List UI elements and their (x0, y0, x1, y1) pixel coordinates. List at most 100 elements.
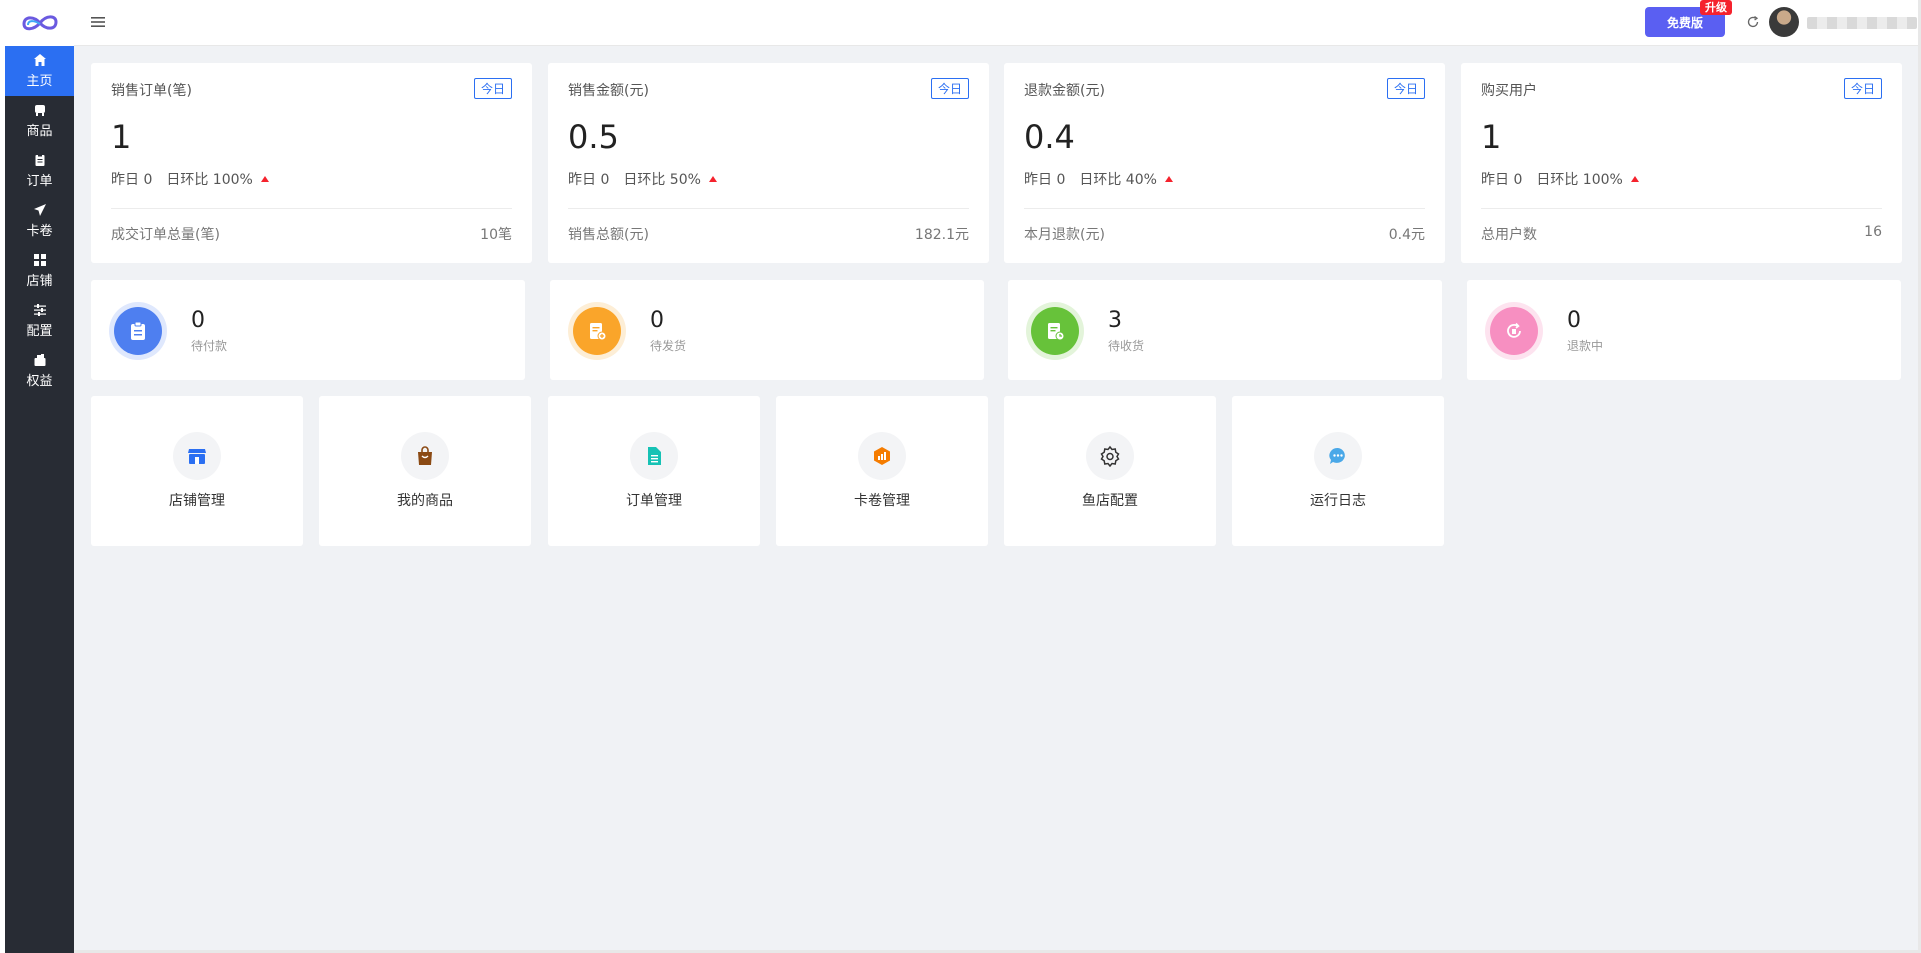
status-card-pending-shipment[interactable]: 0 待发货 (550, 280, 984, 380)
day-ratio: 日环比 100% (1536, 172, 1623, 188)
yesterday-value: 昨日 0 (1481, 172, 1523, 188)
quick-icon-circle (1086, 432, 1134, 480)
trend-up-icon (1164, 176, 1173, 182)
sidebar-item-label: 商品 (26, 124, 53, 139)
status-count: 0 (191, 308, 205, 333)
yesterday-value: 昨日 0 (568, 172, 610, 188)
sidebar-item-label: 卡卷 (26, 224, 53, 239)
sidebar-item-shop[interactable]: 店铺 (5, 246, 74, 296)
divider (1481, 208, 1882, 209)
stat-foot-value: 0.4元 (1388, 227, 1425, 243)
status-label: 待收货 (1108, 339, 1145, 353)
status-label: 待发货 (650, 339, 687, 353)
stat-foot-label: 成交订单总量(笔) (111, 227, 220, 243)
logo-icon (21, 15, 58, 31)
quick-link-my-products[interactable]: 我的商品 (319, 396, 531, 546)
stat-value: 1 (1481, 118, 1502, 156)
stat-title: 销售订单(笔) (111, 83, 192, 99)
sidebar-item-cards[interactable]: 卡卷 (5, 196, 74, 246)
upgrade-badge[interactable]: 升级 (1700, 0, 1732, 15)
stat-card-buyers: 购买用户 今日 1 昨日 0 日环比 100% 总用户数 16 (1461, 63, 1902, 263)
today-tag[interactable]: 今日 (1386, 78, 1425, 99)
status-icon-ring (109, 302, 167, 360)
day-ratio: 日环比 50% (623, 172, 701, 188)
stat-value: 0.4 (1024, 118, 1075, 156)
stat-card-sales-amount: 销售金额(元) 今日 0.5 昨日 0 日环比 50% 销售总额(元) 182.1… (548, 63, 989, 263)
status-icon-ring (1026, 302, 1084, 360)
divider (1024, 208, 1425, 209)
sidebar-item-products[interactable]: 商品 (5, 96, 74, 146)
trend-up-icon (708, 176, 717, 182)
yesterday-value: 昨日 0 (111, 172, 153, 188)
stat-foot-value: 16 (1864, 224, 1882, 240)
stat-value: 0.5 (568, 118, 619, 156)
quick-icon-circle (173, 432, 221, 480)
chat-icon (1329, 447, 1345, 464)
quick-icon-circle (858, 432, 906, 480)
status-label: 退款中 (1567, 339, 1604, 353)
quick-link-store-management[interactable]: 店铺管理 (91, 396, 303, 546)
ship-doc-icon (590, 323, 607, 341)
receive-doc-icon (1048, 323, 1065, 341)
stat-foot-label: 销售总额(元) (568, 227, 649, 243)
quick-link-label: 我的商品 (397, 493, 453, 509)
status-card-pending-receipt[interactable]: 3 待收货 (1008, 280, 1442, 380)
sidebar-item-orders[interactable]: 订单 (5, 146, 74, 196)
username-redacted[interactable] (1807, 17, 1917, 29)
quick-link-label: 鱼店配置 (1082, 493, 1138, 509)
stat-foot-value: 10笔 (480, 227, 512, 243)
trend-up-icon (260, 176, 269, 182)
today-tag[interactable]: 今日 (473, 78, 512, 99)
stat-compare: 昨日 0 日环比 50% (568, 169, 717, 189)
refresh-icon[interactable] (1746, 15, 1760, 29)
home-icon (33, 54, 46, 66)
status-count: 3 (1108, 308, 1122, 333)
send-icon (33, 204, 46, 216)
day-ratio: 日环比 40% (1079, 172, 1157, 188)
status-card-pending-payment[interactable]: 0 待付款 (91, 280, 525, 380)
stat-foot-label: 本月退款(元) (1024, 227, 1105, 243)
quick-link-shop-config[interactable]: 鱼店配置 (1004, 396, 1216, 546)
stat-value: 1 (111, 118, 132, 156)
sidebar-item-config[interactable]: 配置 (5, 296, 74, 346)
quick-link-card-management[interactable]: 卡卷管理 (776, 396, 988, 546)
yesterday-value: 昨日 0 (1024, 172, 1066, 188)
clipboard-icon (131, 321, 145, 340)
top-header: 免费版 升级 (74, 0, 1921, 46)
stat-card-sales-orders: 销售订单(笔) 今日 1 昨日 0 日环比 100% 成交订单总量(笔) 10笔 (91, 63, 532, 263)
sidebar-item-home[interactable]: 主页 (5, 46, 74, 96)
order-icon (35, 154, 44, 166)
quick-link-label: 运行日志 (1310, 493, 1366, 509)
stat-compare: 昨日 0 日环比 40% (1024, 169, 1173, 189)
today-tag[interactable]: 今日 (1843, 78, 1882, 99)
stat-foot-label: 总用户数 (1481, 227, 1537, 243)
grid-icon (33, 254, 46, 266)
today-tag[interactable]: 今日 (930, 78, 969, 99)
sidebar-item-benefits[interactable]: 权益 (5, 346, 74, 396)
sidebar-item-label: 店铺 (26, 274, 53, 289)
product-icon (34, 105, 45, 116)
stat-foot-value: 182.1元 (914, 227, 969, 243)
sidebar-item-label: 权益 (26, 374, 53, 389)
avatar[interactable] (1769, 7, 1799, 37)
status-card-refunding[interactable]: 0 退款中 (1467, 280, 1901, 380)
stat-title: 销售金额(元) (568, 83, 649, 99)
refund-icon (1507, 322, 1521, 338)
sidebar-item-label: 配置 (26, 324, 53, 339)
quick-icon-circle (1314, 432, 1362, 480)
app-logo[interactable] (5, 0, 74, 46)
quick-link-order-management[interactable]: 订单管理 (548, 396, 760, 546)
quick-link-label: 卡卷管理 (854, 493, 910, 509)
bag-icon (418, 446, 432, 465)
status-icon-ring (568, 302, 626, 360)
hex-chart-icon (874, 447, 890, 465)
menu-toggle-icon[interactable] (90, 14, 106, 30)
quick-icon-circle (401, 432, 449, 480)
status-count: 0 (1567, 308, 1581, 333)
quick-link-run-log[interactable]: 运行日志 (1232, 396, 1444, 546)
sidebar: 主页 商品 订单 卡卷 店铺 配置 权益 (5, 0, 74, 953)
status-label: 待付款 (191, 339, 228, 353)
gear-icon (1100, 445, 1120, 467)
divider (568, 208, 969, 209)
trend-up-icon (1630, 176, 1639, 182)
